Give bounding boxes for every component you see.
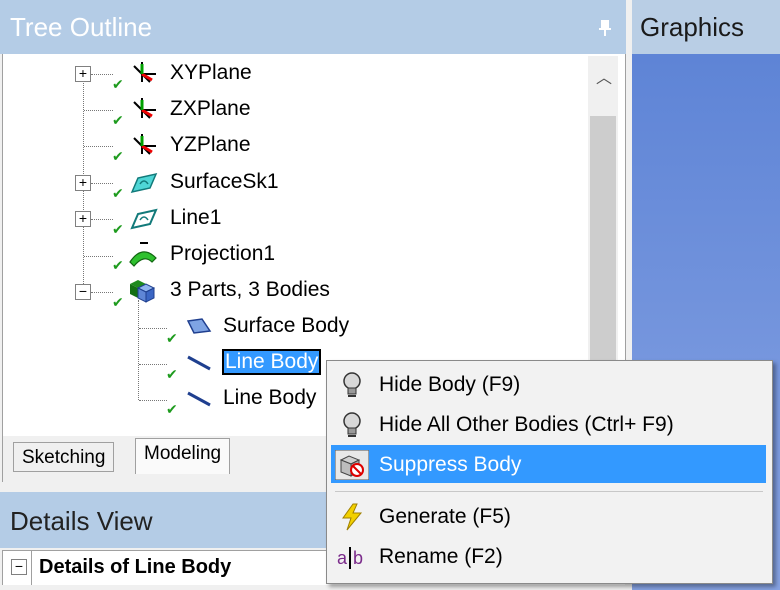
menu-item-label: Generate (F5): [379, 505, 511, 528]
svg-text:b: b: [353, 548, 363, 568]
expand-toggle[interactable]: +: [75, 211, 91, 227]
menu-item-rename[interactable]: a b Rename (F2): [331, 537, 766, 575]
tree-item-label: YZPlane: [170, 133, 251, 156]
expand-toggle[interactable]: +: [75, 175, 91, 191]
tree-item[interactable]: XYPlane: [170, 56, 252, 90]
tree-item-label: SurfaceSk1: [170, 170, 279, 193]
menu-item-generate[interactable]: Generate (F5): [331, 497, 766, 535]
line-sketch-icon: [130, 208, 158, 230]
tree-item-label: XYPlane: [170, 61, 252, 84]
surface-body-icon: [186, 318, 212, 334]
tab-sketching[interactable]: Sketching: [13, 442, 115, 472]
checkmark-icon: ✔: [112, 112, 124, 128]
graphics-header: Graphics: [632, 0, 780, 54]
checkmark-icon: ✔: [112, 257, 124, 273]
tree-outline-title: Tree Outline: [10, 12, 153, 42]
plane-axes-icon: [133, 134, 156, 155]
projection-icon: [129, 242, 157, 267]
menu-item-label: Rename (F2): [379, 545, 503, 568]
tree-connector: [91, 74, 113, 75]
tree-item-label: Surface Body: [223, 314, 350, 337]
plane-axes-icon: [133, 98, 156, 119]
tree-item-label: ZXPlane: [170, 97, 251, 120]
tree-connector: [91, 292, 113, 293]
checkmark-icon: ✔: [166, 401, 178, 417]
tree-item[interactable]: Line Body: [223, 381, 316, 415]
surface-sketch-icon: [130, 172, 158, 194]
collapse-toggle[interactable]: −: [75, 284, 91, 300]
checkmark-icon: ✔: [112, 148, 124, 164]
lightning-icon: [342, 503, 363, 531]
svg-text:a: a: [337, 548, 348, 568]
rename-icon: a b: [337, 547, 363, 569]
checkmark-icon: ✔: [166, 366, 178, 382]
tree-item-label: 3 Parts, 3 Bodies: [170, 278, 330, 301]
checkmark-icon: ✔: [112, 76, 124, 92]
tree-item[interactable]: 3 Parts, 3 Bodies: [170, 273, 330, 307]
tree-connector: [139, 328, 167, 329]
tree-item-label: Projection1: [170, 242, 276, 265]
plane-axes-icon: [133, 62, 156, 83]
tree-item[interactable]: Line1: [170, 201, 221, 235]
tree-item[interactable]: Projection1: [170, 237, 275, 271]
tree-item[interactable]: SurfaceSk1: [170, 165, 279, 199]
parts-bodies-icon: [130, 280, 156, 303]
suppress-body-icon: [335, 450, 369, 480]
menu-item-label: Suppress Body: [379, 453, 522, 476]
menu-item-label: Hide Body (F9): [379, 373, 521, 396]
graphics-title: Graphics: [640, 12, 745, 42]
checkmark-icon: ✔: [112, 185, 124, 201]
tree-connector: [84, 256, 113, 257]
menu-item-label: Hide All Other Bodies (Ctrl+ F9): [379, 413, 674, 436]
line-body-icon: [187, 355, 211, 371]
tree-connector: [84, 146, 113, 147]
menu-item-hide-body[interactable]: Hide Body (F9): [331, 365, 766, 403]
checkmark-icon: ✔: [112, 221, 124, 237]
lightbulb-icon: [343, 412, 361, 437]
column-divider: [31, 551, 32, 585]
details-view-title: Details View: [10, 506, 153, 536]
context-menu: Hide Body (F9) Hide All Other Bodies (Ct…: [326, 360, 773, 584]
tree-connector: [91, 183, 113, 184]
menu-item-suppress-body[interactable]: Suppress Body: [331, 445, 766, 483]
tab-modeling[interactable]: Modeling: [135, 438, 231, 474]
details-group-label: Details of Line Body: [39, 556, 232, 578]
expand-toggle[interactable]: +: [75, 66, 91, 82]
tree-connector: [139, 364, 167, 365]
menu-item-hide-all-other-bodies[interactable]: Hide All Other Bodies (Ctrl+ F9): [331, 405, 766, 443]
scroll-up-arrow-icon[interactable]: ︿: [596, 64, 612, 88]
tree-connector: [138, 300, 139, 400]
tree-item[interactable]: YZPlane: [170, 128, 251, 162]
tree-item[interactable]: Surface Body: [223, 309, 349, 343]
checkmark-icon: ✔: [166, 330, 178, 346]
tree-item[interactable]: ZXPlane: [170, 92, 251, 126]
lightbulb-icon: [343, 372, 361, 397]
tree-item-selected[interactable]: Line Body: [221, 345, 322, 379]
collapse-toggle[interactable]: −: [11, 559, 27, 575]
checkmark-icon: ✔: [112, 294, 124, 310]
tree-connector: [91, 219, 113, 220]
tree-item-label: Line Body: [223, 386, 317, 409]
tree-item-label: Line1: [170, 206, 222, 229]
menu-separator: [335, 491, 763, 492]
tree-outline-header: Tree Outline: [0, 0, 626, 54]
line-body-icon: [187, 391, 211, 407]
tree-item-label: Line Body: [221, 349, 322, 375]
tree-connector: [84, 110, 113, 111]
tree-connector: [139, 400, 167, 401]
pin-icon[interactable]: [598, 18, 612, 38]
